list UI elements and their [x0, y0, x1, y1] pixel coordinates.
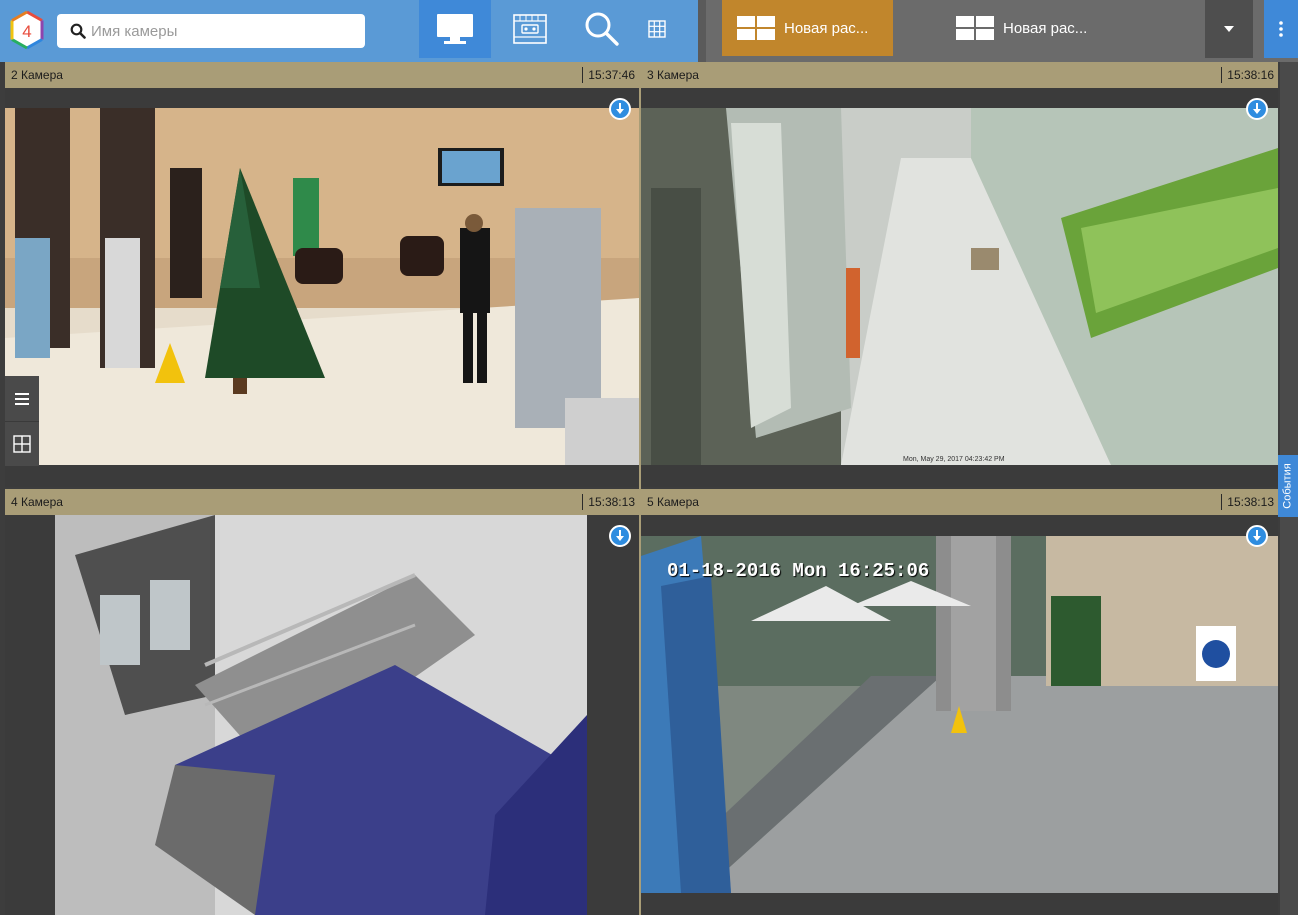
camera-name: 4 Камера — [11, 495, 63, 509]
search-icon — [65, 14, 91, 48]
camera-cell-3[interactable]: 3 Камера 15:38:16 Mon, May 29, 2017 04:2… — [641, 62, 1278, 487]
search-mode-button[interactable] — [572, 0, 632, 58]
camera-time: 15:38:16 — [1221, 67, 1278, 83]
layout-tab-1-label: Новая рас... — [784, 19, 869, 37]
lobby-scene — [5, 108, 639, 465]
video-overlay-timestamp: Mon, May 29, 2017 04:23:42 PM — [903, 456, 1005, 463]
mall-scene — [641, 536, 1278, 893]
corridor-scene — [641, 108, 1278, 465]
camera-time: 15:37:46 — [582, 67, 639, 83]
live-mode-button[interactable] — [419, 0, 491, 58]
grid-layout-button[interactable] — [640, 0, 674, 58]
magnifier-icon — [585, 12, 619, 46]
download-icon[interactable] — [609, 98, 631, 120]
camera-time: 15:38:13 — [582, 494, 639, 510]
stairwell-scene — [55, 515, 587, 915]
layout-tab-2-label: Новая рас... — [1003, 19, 1088, 37]
camera-search-box[interactable] — [57, 14, 365, 48]
camera-video-feed[interactable] — [641, 108, 1278, 465]
caret-down-icon — [1224, 26, 1234, 32]
side-controls-panel — [5, 376, 39, 466]
camera-header: 2 Камера 15:37:46 — [5, 62, 639, 88]
camera-video-feed[interactable] — [5, 108, 639, 465]
layout-2x2-icon — [734, 16, 778, 40]
hamburger-icon — [15, 392, 29, 405]
camera-search-input[interactable] — [91, 22, 351, 40]
camera-cell-2[interactable]: 2 Камера 15:37:46 — [5, 62, 639, 487]
layout-tab-2[interactable]: Новая рас... — [945, 0, 1165, 56]
side-layout-button[interactable] — [5, 421, 39, 466]
events-tab-label: События — [1282, 463, 1295, 509]
layouts-dropdown-button[interactable] — [1205, 0, 1253, 58]
kebab-menu-icon — [1279, 21, 1283, 37]
archive-tape-icon — [513, 14, 547, 44]
side-menu-button[interactable] — [5, 376, 39, 421]
monitor-icon — [437, 14, 473, 44]
video-overlay-timestamp: 01-18-2016 Mon 16:25:06 — [667, 560, 930, 582]
camera-cell-4[interactable]: 4 Камера 15:38:13 — [5, 489, 639, 915]
download-icon[interactable] — [1246, 98, 1268, 120]
camera-header: 5 Камера 15:38:13 — [641, 489, 1278, 515]
camera-time: 15:38:13 — [1221, 494, 1278, 510]
grid-icon — [648, 20, 666, 38]
svg-text:4: 4 — [22, 22, 31, 41]
main-menu-button[interactable] — [1264, 0, 1298, 58]
layout-tab-1[interactable]: Новая рас... — [722, 0, 893, 56]
camera-name: 2 Камера — [11, 68, 63, 82]
top-toolbar: 4 Имя камеры Новая рас... Новая рас... — [0, 0, 1298, 62]
download-icon[interactable] — [609, 525, 631, 547]
camera-header: 3 Камера 15:38:16 — [641, 62, 1278, 88]
camera-video-feed[interactable] — [55, 515, 587, 915]
layout-grid-icon — [13, 435, 31, 453]
toolbar-separator — [698, 0, 706, 62]
events-panel-tab[interactable]: События — [1278, 455, 1298, 517]
camera-name: 3 Камера — [647, 68, 699, 82]
camera-video-feed[interactable] — [641, 536, 1278, 893]
layout-2x2-icon — [953, 16, 997, 40]
archive-mode-button[interactable] — [500, 0, 560, 58]
camera-name: 5 Камера — [647, 495, 699, 509]
download-icon[interactable] — [1246, 525, 1268, 547]
camera-header: 4 Камера 15:38:13 — [5, 489, 639, 515]
camera-cell-5[interactable]: 5 Камера 15:38:13 01-18-2016 Mon 16:25:0… — [641, 489, 1278, 915]
app-logo-icon[interactable]: 4 — [9, 10, 45, 50]
